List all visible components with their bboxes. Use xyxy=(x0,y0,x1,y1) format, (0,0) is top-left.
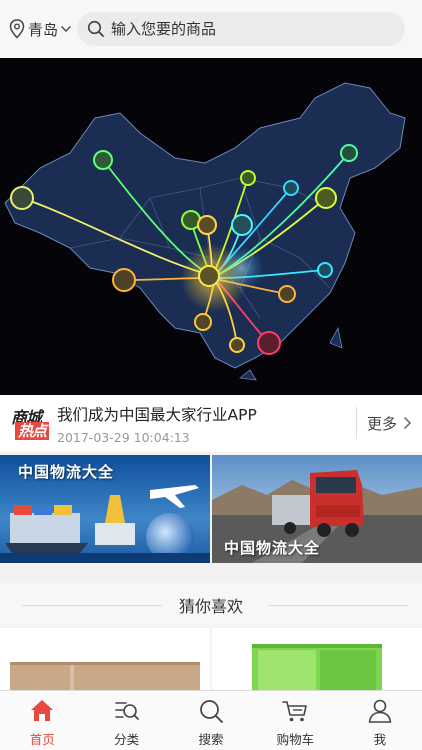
cart-icon xyxy=(282,701,308,722)
product-card[interactable] xyxy=(0,628,210,690)
search-input[interactable] xyxy=(111,20,381,38)
more-label: 更多 xyxy=(366,414,397,433)
news-title[interactable]: 我们成为中国最大家行业APP xyxy=(57,403,357,425)
tab-label: 搜索 xyxy=(198,732,224,747)
hot-news-logo: 商城 热点 xyxy=(9,404,55,444)
promo-logistics-sea-air[interactable]: 中国物流大全 xyxy=(0,455,210,563)
product-image xyxy=(0,628,210,690)
more-button[interactable]: 更多 xyxy=(356,407,422,439)
divider-left xyxy=(22,605,162,606)
tab-cart[interactable]: 购物车 xyxy=(253,691,337,750)
user-icon xyxy=(368,699,392,723)
news-content[interactable]: 我们成为中国最大家行业APP 2017-03-29 10:04:13 xyxy=(57,403,357,445)
tab-home[interactable]: 首页 xyxy=(0,691,84,750)
section-title: 猜你喜欢 xyxy=(170,593,251,617)
china-logistics-map xyxy=(4,82,406,381)
product-grid xyxy=(0,628,422,690)
guess-you-like-header: 猜你喜欢 xyxy=(0,583,422,627)
logo-line-2: 热点 xyxy=(15,421,50,440)
promo-label: 中国物流大全 xyxy=(224,539,321,557)
tab-label: 我 xyxy=(373,732,387,747)
bottom-tab-bar: 首页 分类 搜索 购物车 我 xyxy=(0,690,422,750)
chevron-down-icon xyxy=(61,26,72,32)
tab-category[interactable]: 分类 xyxy=(84,691,168,750)
product-card[interactable] xyxy=(212,628,422,690)
location-pin-icon xyxy=(9,19,25,39)
search-icon xyxy=(200,700,223,723)
location-label: 青岛 xyxy=(28,20,59,39)
location-selector[interactable]: 青岛 xyxy=(9,14,75,44)
tab-label: 分类 xyxy=(114,732,140,747)
top-bar: 青岛 xyxy=(0,0,422,58)
divider-right xyxy=(268,605,408,606)
category-icon xyxy=(114,702,139,720)
news-ticker[interactable]: 商城 热点 我们成为中国最大家行业APP 2017-03-29 10:04:13… xyxy=(0,395,422,452)
tab-label: 购物车 xyxy=(276,732,315,747)
product-image xyxy=(212,628,422,690)
search-box[interactable] xyxy=(77,12,405,46)
app-screen: 青岛 输入您要的商品 商城 热点 我们成为中国最大家行业APP 2017-03-… xyxy=(0,0,422,750)
news-time: 2017-03-29 10:04:13 xyxy=(57,429,190,445)
promo-logistics-truck[interactable]: 中国物流大全 xyxy=(212,455,422,563)
search-icon xyxy=(87,20,104,37)
tab-search[interactable]: 搜索 xyxy=(169,691,253,750)
home-icon xyxy=(31,700,54,721)
banner-image[interactable] xyxy=(0,58,422,395)
tab-label: 首页 xyxy=(29,732,55,747)
chevron-right-icon xyxy=(403,416,412,430)
promo-row: 中国物流大全 中国物流大全 xyxy=(0,455,422,563)
tab-me[interactable]: 我 xyxy=(338,691,422,750)
promo-label: 中国物流大全 xyxy=(18,463,115,481)
